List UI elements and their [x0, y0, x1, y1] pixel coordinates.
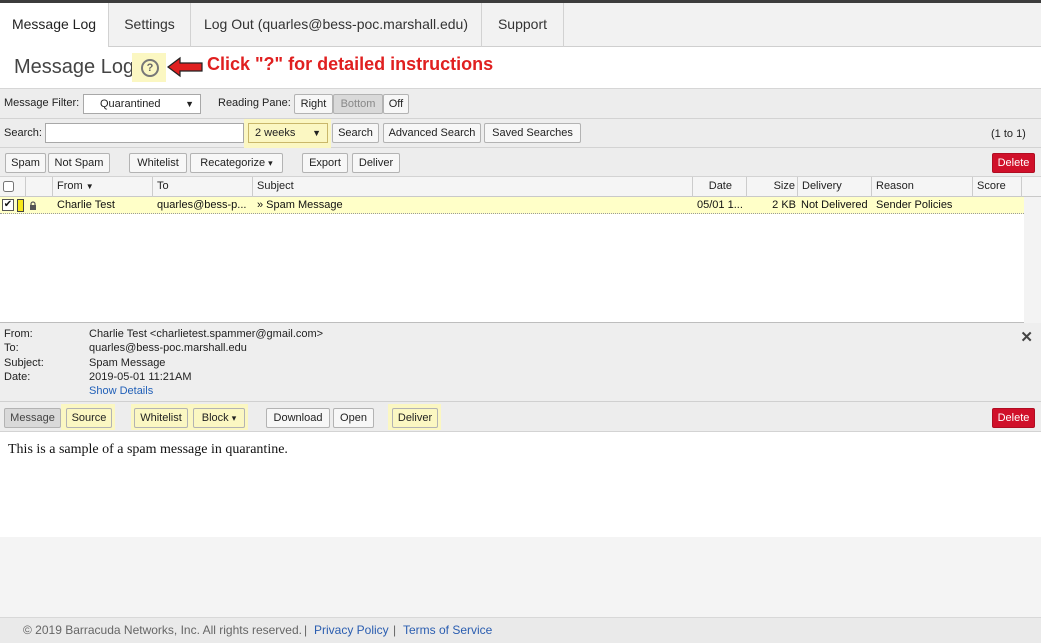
table-row[interactable]: ✔ Charlie Test quarles@bess-p... » Spam …	[0, 197, 1024, 214]
tab-message-log[interactable]: Message Log	[0, 3, 109, 47]
preview-delete-button[interactable]: Delete	[992, 408, 1035, 428]
row-date: 05/01 1...	[697, 199, 743, 211]
footer-separator: |	[393, 623, 397, 637]
message-body-pane: This is a sample of a spam message in qu…	[0, 432, 1041, 537]
instruction-annotation: Click "?" for detailed instructions	[207, 54, 494, 74]
column-to[interactable]: To	[153, 177, 253, 197]
message-detail-header: From: Charlie Test <charlietest.spammer@…	[0, 323, 1041, 402]
delete-button[interactable]: Delete	[992, 153, 1035, 173]
tab-settings[interactable]: Settings	[109, 3, 191, 47]
reading-pane-label: Reading Pane:	[218, 97, 291, 109]
reading-pane-bottom-button[interactable]: Bottom	[333, 94, 383, 114]
column-reason[interactable]: Reason	[872, 177, 973, 197]
title-bar: Message Log ? Click "?" for detailed ins…	[0, 47, 1041, 89]
chevron-down-icon: ▾	[268, 158, 273, 168]
message-grid: ✔ Charlie Test quarles@bess-p... » Spam …	[0, 197, 1041, 323]
result-count: (1 to 1)	[991, 128, 1026, 140]
detail-subject-label: Subject:	[4, 357, 44, 369]
message-filter-value: Quarantined	[100, 98, 161, 110]
show-details-link[interactable]: Show Details	[89, 385, 153, 397]
column-date[interactable]: Date	[693, 177, 747, 197]
detail-to-value: quarles@bess-poc.marshall.edu	[89, 342, 247, 354]
recategorize-label: Recategorize	[200, 157, 266, 169]
preview-actions-bar: Message Source Whitelist Block ▾ Downloa…	[0, 402, 1041, 432]
advanced-search-button[interactable]: Advanced Search	[383, 123, 481, 143]
message-grid-header: From ▼ To Subject Date Size Delivery Rea…	[0, 177, 1041, 197]
open-button[interactable]: Open	[333, 408, 374, 428]
message-actions-bar: Spam Not Spam Whitelist Recategorize ▾ E…	[0, 148, 1041, 177]
preview-deliver-button[interactable]: Deliver	[392, 408, 438, 428]
page-title: Message Log	[14, 56, 135, 78]
spam-button[interactable]: Spam	[5, 153, 46, 173]
column-delivery[interactable]: Delivery	[798, 177, 872, 197]
block-button[interactable]: Block ▾	[193, 408, 245, 428]
detail-from-value: Charlie Test <charlietest.spammer@gmail.…	[89, 328, 324, 340]
row-size: 2 KB	[772, 199, 796, 211]
copyright-text: © 2019 Barracuda Networks, Inc. All righ…	[23, 623, 302, 637]
footer: © 2019 Barracuda Networks, Inc. All righ…	[0, 617, 1041, 643]
detail-subject-value: Spam Message	[89, 357, 166, 369]
download-button[interactable]: Download	[266, 408, 330, 428]
column-subject[interactable]: Subject	[253, 177, 693, 197]
flag-column	[26, 177, 53, 197]
block-label: Block	[201, 412, 229, 424]
search-button[interactable]: Search	[332, 123, 379, 143]
page-spacer	[0, 537, 1041, 617]
chevron-down-icon: ▼	[185, 99, 194, 109]
chevron-down-icon: ▼	[312, 128, 321, 138]
whitelist-button[interactable]: Whitelist	[129, 153, 187, 173]
status-flag-icon	[17, 199, 24, 212]
tab-support[interactable]: Support	[482, 3, 564, 47]
column-from[interactable]: From ▼	[53, 177, 153, 197]
message-filter-select[interactable]: Quarantined ▼	[83, 94, 201, 114]
grid-scrollbar[interactable]	[1024, 197, 1041, 323]
main-tabs: Message Log Settings Log Out (quarles@be…	[0, 3, 1041, 47]
footer-separator: |	[304, 623, 308, 637]
lock-icon	[30, 201, 36, 210]
row-from: Charlie Test	[57, 199, 115, 211]
search-input[interactable]	[45, 123, 244, 143]
reading-pane-off-button[interactable]: Off	[383, 94, 409, 114]
search-label: Search:	[4, 127, 42, 139]
close-icon[interactable]: ✕	[1020, 328, 1033, 346]
recategorize-button[interactable]: Recategorize ▾	[190, 153, 283, 173]
source-button[interactable]: Source	[66, 408, 112, 428]
sort-desc-icon: ▼	[85, 182, 94, 191]
preview-whitelist-button[interactable]: Whitelist	[134, 408, 188, 428]
tab-log-out[interactable]: Log Out (quarles@bess-poc.marshall.edu)	[191, 3, 482, 47]
row-score	[977, 197, 1021, 214]
deliver-button[interactable]: Deliver	[352, 153, 400, 173]
filter-bar: Message Filter: Quarantined ▼ Reading Pa…	[0, 89, 1041, 119]
message-body-text: This is a sample of a spam message in qu…	[8, 442, 288, 457]
column-score[interactable]: Score	[973, 177, 1022, 197]
message-view-button[interactable]: Message	[4, 408, 61, 428]
saved-searches-button[interactable]: Saved Searches	[484, 123, 581, 143]
period-select[interactable]: 2 weeks ▼	[248, 123, 328, 143]
reading-pane-right-button[interactable]: Right	[294, 94, 333, 114]
terms-of-service-link[interactable]: Terms of Service	[403, 623, 492, 637]
detail-from-label: From:	[4, 328, 33, 340]
detail-to-label: To:	[4, 342, 19, 354]
column-size[interactable]: Size	[747, 177, 798, 197]
arrow-left-icon	[167, 56, 203, 78]
column-from-label: From	[57, 180, 83, 192]
export-button[interactable]: Export	[302, 153, 348, 173]
row-to: quarles@bess-p...	[157, 199, 247, 211]
row-checkbox[interactable]: ✔	[2, 199, 14, 211]
chevron-down-icon: ▾	[231, 413, 237, 423]
help-icon[interactable]: ?	[141, 59, 159, 77]
search-bar: Search: 2 weeks ▼ Search Advanced Search…	[0, 119, 1041, 148]
privacy-policy-link[interactable]: Privacy Policy	[314, 623, 389, 637]
detail-date-value: 2019-05-01 11:21AM	[89, 371, 192, 383]
message-filter-label: Message Filter:	[4, 97, 80, 109]
detail-date-label: Date:	[4, 371, 31, 383]
row-delivery: Not Delivered	[801, 199, 868, 211]
row-subject: » Spam Message	[257, 199, 343, 211]
select-all-checkbox[interactable]	[3, 181, 14, 192]
row-reason: Sender Policies	[876, 199, 953, 211]
period-value: 2 weeks	[255, 127, 296, 139]
select-all-column	[0, 177, 26, 197]
not-spam-button[interactable]: Not Spam	[48, 153, 110, 173]
